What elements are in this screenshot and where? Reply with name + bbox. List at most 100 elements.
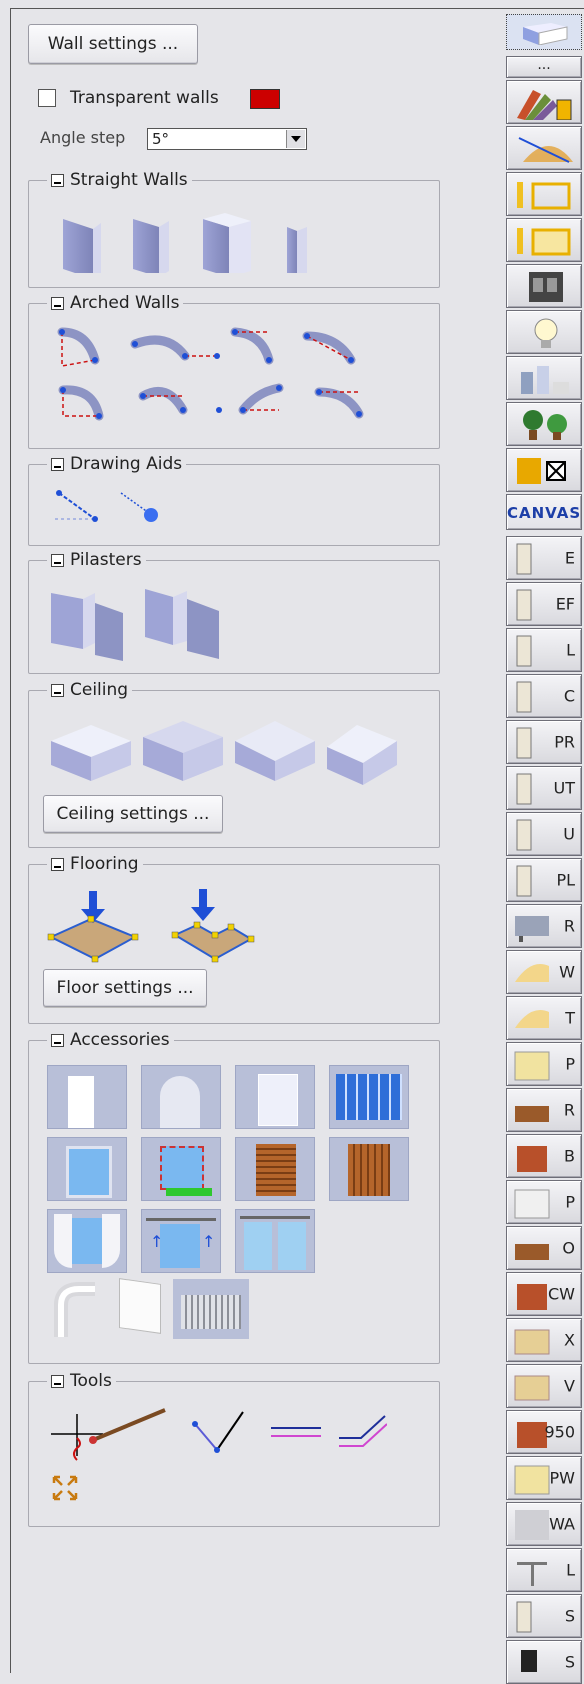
sidebar-lighting-button[interactable] bbox=[506, 310, 582, 354]
sidebar-catalog-button-p-11[interactable]: P bbox=[506, 1042, 582, 1086]
sidebar-catalog-button-r-12[interactable]: R bbox=[506, 1088, 582, 1132]
sidebar-catalog-button-wa-21[interactable]: WA bbox=[506, 1502, 582, 1546]
tools-group: Tools bbox=[28, 1371, 440, 1527]
catalog-button-label: V bbox=[564, 1376, 575, 1396]
drawing-aids-group: Drawing Aids bbox=[28, 454, 440, 546]
sidebar-measure-button[interactable] bbox=[506, 126, 582, 170]
collapse-icon[interactable] bbox=[51, 173, 64, 187]
collapse-icon[interactable] bbox=[51, 296, 64, 310]
straight-walls-tools[interactable] bbox=[51, 201, 421, 273]
sidebar-canvas-button[interactable]: CANVAS bbox=[506, 494, 582, 530]
group-title: Tools bbox=[70, 1371, 112, 1391]
collapse-icon[interactable] bbox=[51, 1033, 64, 1047]
catalog-drawer-icon bbox=[514, 1329, 550, 1355]
sidebar-catalog-button-b-13[interactable]: B bbox=[506, 1134, 582, 1178]
sidebar-catalog-button-s-24[interactable]: S bbox=[506, 1640, 582, 1684]
sidebar-catalog-button-v-18[interactable]: V bbox=[506, 1364, 582, 1408]
sidebar-catalog-button-pr-4[interactable]: PR bbox=[506, 720, 582, 764]
sidebar-catalog-button-l-2[interactable]: L bbox=[506, 628, 582, 672]
sidebar-catalog-button-s-23[interactable]: S bbox=[506, 1594, 582, 1638]
wall-settings-button[interactable]: Wall settings ... bbox=[28, 24, 198, 64]
sidebar-catalog-button-w-9[interactable]: W bbox=[506, 950, 582, 994]
chevron-down-icon[interactable] bbox=[286, 130, 305, 148]
tile-grid-icon[interactable] bbox=[329, 1065, 409, 1129]
arched-walls-group: Arched Walls bbox=[28, 293, 440, 449]
sidebar-catalog-button-o-15[interactable]: O bbox=[506, 1226, 582, 1270]
color-swatch-icon bbox=[517, 90, 572, 120]
wall-color-swatch[interactable] bbox=[250, 89, 280, 109]
sidebar-plants-button[interactable] bbox=[506, 402, 582, 446]
tools-row[interactable] bbox=[47, 1404, 387, 1464]
arched-walls-tools[interactable] bbox=[47, 322, 427, 442]
transparent-walls-label: Transparent walls bbox=[70, 88, 219, 108]
sidebar-catalog-button-x-17[interactable]: X bbox=[506, 1318, 582, 1362]
sidebar-catalog-button-e-0[interactable]: E bbox=[506, 536, 582, 580]
collapse-icon[interactable] bbox=[51, 857, 64, 871]
transparent-walls-checkbox[interactable] bbox=[38, 89, 56, 107]
pipe-elbow-icon[interactable] bbox=[49, 1281, 109, 1341]
sidebar-catalog-button-p-14[interactable]: P bbox=[506, 1180, 582, 1224]
sidebar-catalog-button-r-8[interactable]: R bbox=[506, 904, 582, 948]
sidebar-catalog-button-pl-7[interactable]: PL bbox=[506, 858, 582, 902]
plant-icon bbox=[523, 410, 567, 440]
curtain-icon[interactable] bbox=[47, 1209, 127, 1273]
catalog-button-label: R bbox=[563, 916, 575, 936]
vertical-blinds-icon[interactable] bbox=[329, 1137, 409, 1201]
ceiling-tools[interactable] bbox=[47, 711, 407, 791]
sidebar-catalog-button-t-10[interactable]: T bbox=[506, 996, 582, 1040]
angle-step-value: 5° bbox=[152, 130, 170, 148]
ceiling-group: Ceiling Ceiling settings ... bbox=[28, 680, 440, 848]
drawing-aids-tools[interactable] bbox=[49, 485, 169, 535]
sidebar-room-tool-button[interactable] bbox=[506, 172, 582, 216]
collapse-icon[interactable] bbox=[51, 683, 64, 697]
sidebar-wall-tab[interactable] bbox=[506, 14, 582, 50]
door-icon[interactable] bbox=[47, 1065, 127, 1129]
floor-settings-button[interactable]: Floor settings ... bbox=[43, 969, 207, 1007]
curtain-rod-icon[interactable]: ↑ ↑ bbox=[141, 1209, 221, 1273]
sidebar-catalog-button-ut-5[interactable]: UT bbox=[506, 766, 582, 810]
wall-sign-icon[interactable] bbox=[119, 1278, 161, 1334]
sidebar-catalog-button-l-22[interactable]: L bbox=[506, 1548, 582, 1592]
flooring-tools[interactable] bbox=[47, 887, 267, 967]
sidebar-catalog-button-c-3[interactable]: C bbox=[506, 674, 582, 718]
pilasters-legend: Pilasters bbox=[47, 550, 146, 570]
collapse-icon[interactable] bbox=[51, 457, 64, 471]
sidebar-catalog-button-pw-20[interactable]: PW bbox=[506, 1456, 582, 1500]
wall-niche-icon[interactable] bbox=[235, 1065, 315, 1129]
catalog-button-label: T bbox=[565, 1008, 575, 1028]
blinds-icon[interactable] bbox=[235, 1137, 315, 1201]
expand-arrows-icon[interactable] bbox=[51, 1474, 79, 1502]
ceiling-settings-button[interactable]: Ceiling settings ... bbox=[43, 795, 223, 833]
sidebar-more-button[interactable]: ... bbox=[506, 56, 582, 78]
catalog-button-label: WA bbox=[549, 1514, 575, 1534]
angle-step-select[interactable]: 5° bbox=[147, 128, 307, 150]
catalog-button-label: O bbox=[562, 1238, 575, 1258]
sidebar-catalog-button-cw-16[interactable]: CW bbox=[506, 1272, 582, 1316]
panel-curtain-icon[interactable] bbox=[235, 1209, 315, 1273]
radiator-icon[interactable] bbox=[173, 1279, 249, 1339]
catalog-desk-icon bbox=[515, 1244, 549, 1260]
catalog-furniture-icon bbox=[515, 916, 549, 942]
appliance-icon bbox=[529, 272, 563, 302]
catalog-button-label: C bbox=[563, 686, 575, 706]
catalog-panel-icon bbox=[514, 1465, 550, 1495]
collapse-icon[interactable] bbox=[51, 553, 64, 567]
sidebar-materials-button[interactable] bbox=[506, 80, 582, 124]
catalog-button-label: PW bbox=[549, 1468, 575, 1488]
sidebar-room-tool2-button[interactable] bbox=[506, 218, 582, 262]
sidebar-catalog-button-950-19[interactable]: 950 bbox=[506, 1410, 582, 1454]
sidebar-appliances-button[interactable] bbox=[506, 264, 582, 308]
sidebar-bathroom-button[interactable] bbox=[506, 356, 582, 400]
arch-opening-icon[interactable] bbox=[141, 1065, 221, 1129]
group-title: Ceiling bbox=[70, 680, 129, 700]
catalog-chair-icon bbox=[521, 1650, 537, 1672]
collapse-icon[interactable] bbox=[51, 1374, 64, 1388]
sidebar-electrical-button[interactable] bbox=[506, 448, 582, 492]
window-selection-icon[interactable] bbox=[141, 1137, 221, 1201]
pilasters-tools[interactable] bbox=[47, 583, 247, 667]
window-icon[interactable] bbox=[47, 1137, 127, 1201]
angle-step-label: Angle step bbox=[40, 128, 126, 147]
sidebar-catalog-button-u-6[interactable]: U bbox=[506, 812, 582, 856]
group-title: Flooring bbox=[70, 854, 139, 874]
sidebar-catalog-button-ef-1[interactable]: EF bbox=[506, 582, 582, 626]
